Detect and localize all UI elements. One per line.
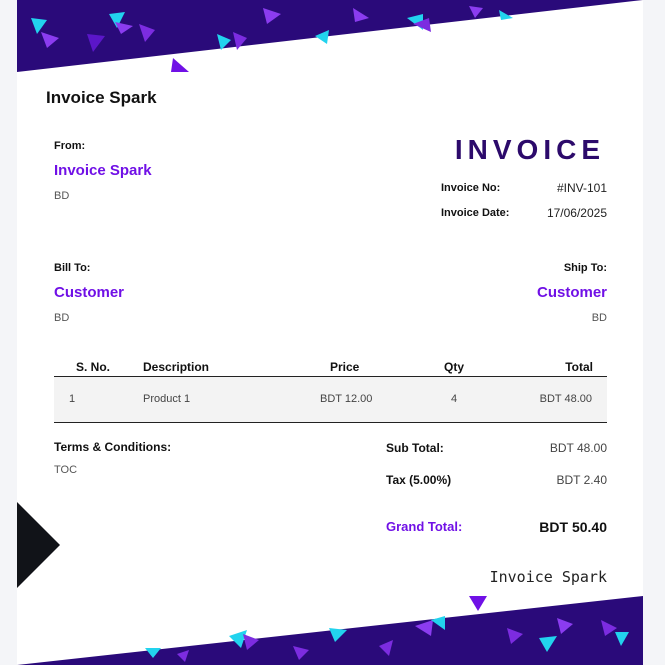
from-label: From:: [54, 140, 86, 152]
ship-to-country: BD: [591, 312, 607, 324]
invoice-title: INVOICE: [454, 134, 605, 165]
brand-name: Invoice Spark: [46, 88, 157, 107]
row-sno: 1: [69, 393, 76, 405]
row-description: Product 1: [143, 393, 191, 405]
row-qty: 4: [451, 393, 458, 405]
terms-text: TOC: [54, 464, 78, 476]
row-price: BDT 12.00: [320, 393, 373, 405]
header-description: Description: [143, 360, 210, 374]
bill-to-label: Bill To:: [54, 262, 91, 274]
invoice-date-label: Invoice Date:: [441, 207, 510, 219]
table-row: 1 Product 1 BDT 12.00 4 BDT 48.00: [54, 377, 607, 423]
header-sno: S. No.: [76, 360, 111, 374]
invoice-date: 17/06/2025: [546, 206, 607, 220]
ship-to-label: Ship To:: [563, 262, 607, 274]
header-price: Price: [330, 360, 360, 374]
bill-to-country: BD: [54, 312, 70, 324]
grand-total-value: BDT 50.40: [539, 519, 607, 535]
invoice-number-label: Invoice No:: [441, 182, 501, 194]
table-header: S. No. Description Price Qty Total: [54, 356, 607, 377]
subtotal-label: Sub Total:: [386, 441, 444, 455]
from-name: Invoice Spark: [54, 162, 152, 179]
invoice-page: Invoice Spark From: Invoice Spark BD INV…: [17, 0, 643, 665]
row-total: BDT 48.00: [539, 393, 592, 405]
ship-to-name: Customer: [536, 284, 607, 301]
subtotal-value: BDT 48.00: [549, 441, 607, 455]
tax-label: Tax (5.00%): [386, 473, 452, 487]
bill-to-name: Customer: [54, 284, 125, 301]
left-dark-triangle: [17, 502, 60, 588]
items-table: S. No. Description Price Qty Total 1 Pro…: [54, 356, 607, 423]
invoice-number: #INV-101: [556, 181, 607, 195]
bottom-band: [17, 596, 643, 665]
header-qty: Qty: [444, 360, 465, 374]
top-band: [17, 0, 643, 72]
from-country: BD: [54, 190, 70, 202]
tax-value: BDT 2.40: [556, 473, 607, 487]
grand-total-label: Grand Total:: [386, 519, 463, 534]
signature: Invoice Spark: [489, 568, 607, 586]
terms-label: Terms & Conditions:: [54, 440, 172, 454]
header-total: Total: [565, 360, 593, 374]
